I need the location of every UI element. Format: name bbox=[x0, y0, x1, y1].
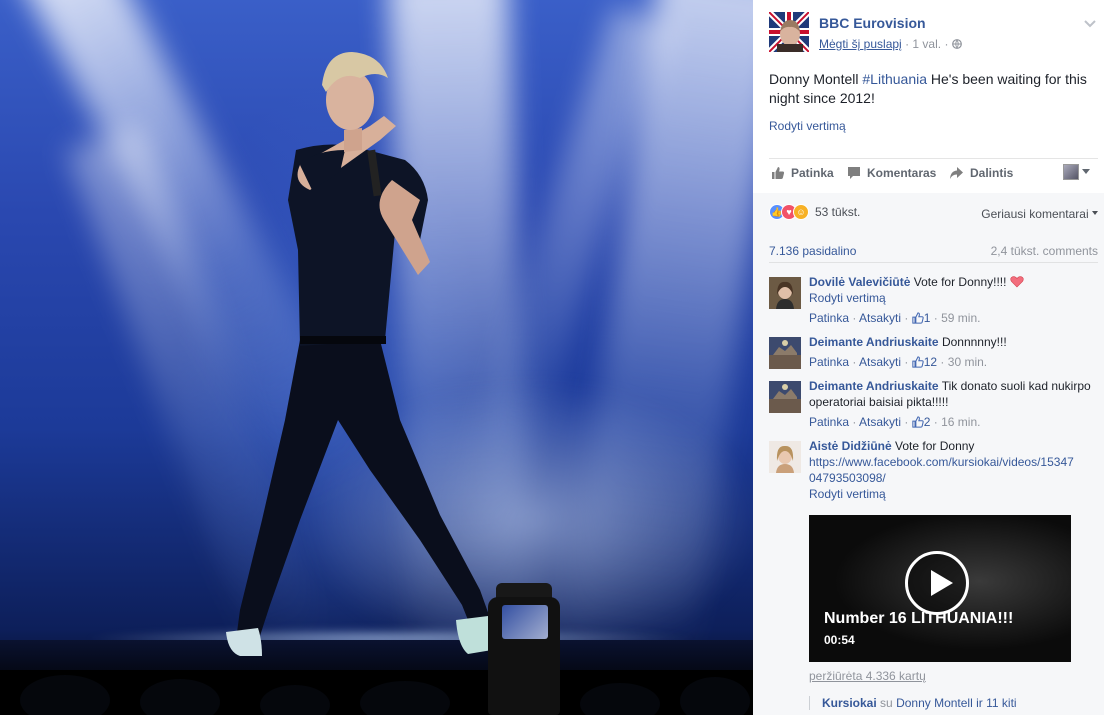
top-comments-label: Geriausi komentarai bbox=[981, 207, 1089, 221]
audience-silhouette bbox=[0, 670, 753, 715]
thumbs-up-icon bbox=[912, 416, 924, 428]
play-icon[interactable] bbox=[905, 551, 969, 615]
post-time[interactable]: 1 val. bbox=[912, 37, 941, 51]
heart-emoji-icon bbox=[1010, 276, 1024, 288]
commenter-avatar[interactable] bbox=[769, 337, 801, 369]
share-icon bbox=[950, 167, 963, 179]
haha-reaction-icon: ☺ bbox=[793, 204, 809, 220]
comment-url-line: https://www.facebook.com/kursiokai/video… bbox=[809, 455, 1074, 469]
shared-with-text: su bbox=[880, 696, 893, 710]
page-name-link[interactable]: BBC Eurovision bbox=[819, 15, 926, 31]
comment-like-link[interactable]: Patinka bbox=[809, 415, 849, 429]
post-header: BBC Eurovision Mėgti šį puslapį · 1 val.… bbox=[769, 12, 1099, 56]
like-button[interactable]: Patinka bbox=[771, 166, 834, 180]
globe-icon bbox=[951, 39, 962, 49]
caret-down-icon bbox=[1082, 169, 1090, 174]
video-title: Number 16 LITHUANIA!!! bbox=[824, 610, 1014, 627]
commenter-avatar[interactable] bbox=[769, 441, 801, 473]
commenter-avatar[interactable] bbox=[769, 381, 801, 413]
comment-text: Vote for Donny bbox=[895, 439, 975, 453]
comment-author[interactable]: Deimante Andriuskaite bbox=[809, 335, 939, 349]
comment-author[interactable]: Aistė Didžiūnė bbox=[809, 439, 892, 453]
like-page-link[interactable]: Mėgti šį puslapį bbox=[819, 37, 902, 51]
comment-like-count[interactable]: 1 bbox=[924, 311, 931, 325]
share-label: Dalintis bbox=[970, 166, 1014, 180]
comment-author[interactable]: Deimante Andriuskaite bbox=[809, 379, 939, 393]
video-attachment[interactable]: Number 16 LITHUANIA!!! 00:54 bbox=[809, 515, 1071, 662]
action-bar: Patinka Komentaras Dalintis bbox=[769, 158, 1098, 188]
comment-time[interactable]: 16 min. bbox=[941, 415, 980, 429]
comment-button[interactable]: Komentaras bbox=[847, 166, 936, 180]
comment-text: Donnnnny!!! bbox=[941, 335, 1007, 349]
comment-like-link[interactable]: Patinka bbox=[809, 311, 849, 325]
shared-by-link[interactable]: Kursiokai bbox=[822, 696, 877, 710]
post-text: Donny Montell #Lithuania He's been waiti… bbox=[769, 70, 1099, 108]
comment-reply-link[interactable]: Atsakyti bbox=[859, 415, 901, 429]
top-comments-dropdown[interactable]: Geriausi komentarai bbox=[981, 207, 1098, 221]
feedback-area: 👍 ♥ ☺ 53 tūkst. Geriausi komentarai 7.13… bbox=[753, 193, 1104, 715]
thumbs-up-icon bbox=[912, 312, 924, 324]
performer-silhouette bbox=[226, 52, 493, 656]
comments-count[interactable]: 2,4 tūkst. comments bbox=[991, 244, 1098, 258]
reactions-summary[interactable]: 👍 ♥ ☺ 53 tūkst. bbox=[769, 204, 860, 220]
comment-url-line: 04793503098/ bbox=[809, 471, 886, 485]
comment-icon bbox=[848, 167, 860, 179]
shared-names-link[interactable]: Donny Montell bbox=[896, 696, 973, 710]
comment-time[interactable]: 59 min. bbox=[941, 311, 980, 325]
page-avatar[interactable] bbox=[769, 12, 809, 52]
user-avatar bbox=[1063, 164, 1079, 180]
like-label: Patinka bbox=[791, 166, 834, 180]
see-translation-link[interactable]: Rodyti vertimą bbox=[769, 119, 846, 133]
share-button[interactable]: Dalintis bbox=[949, 166, 1013, 180]
audience-camera bbox=[480, 583, 575, 715]
comment-reply-link[interactable]: Atsakyti bbox=[859, 355, 901, 369]
comment-author[interactable]: Dovilė Valevičiūtė bbox=[809, 275, 910, 289]
post-as-selector[interactable] bbox=[1063, 164, 1090, 180]
video-shared-by: Kursiokai su Donny Montell ir 11 kiti bbox=[809, 696, 1017, 710]
commenter-avatar[interactable] bbox=[769, 277, 801, 309]
comment-text: Vote for Donny!!!! bbox=[913, 275, 1007, 289]
post-sidebar: BBC Eurovision Mėgti šį puslapį · 1 val.… bbox=[753, 0, 1104, 715]
meta-separator: · bbox=[944, 37, 952, 51]
video-duration: 00:54 bbox=[824, 633, 855, 647]
stats-row: 7.136 pasidalino 2,4 tūkst. comments bbox=[769, 237, 1098, 263]
comment-like-count[interactable]: 2 bbox=[924, 415, 931, 429]
chevron-down-icon[interactable] bbox=[1083, 16, 1097, 30]
comment-like-link[interactable]: Patinka bbox=[809, 355, 849, 369]
comment-meta: Patinka · Atsakyti · 1 · 59 min. bbox=[809, 311, 981, 325]
caret-down-icon bbox=[1092, 211, 1098, 215]
shared-more-link[interactable]: ir 11 kiti bbox=[976, 696, 1016, 710]
comment-like-count[interactable]: 12 bbox=[924, 355, 937, 369]
comment-translate-link[interactable]: Rodyti vertimą bbox=[809, 290, 1099, 306]
post-text-prefix: Donny Montell bbox=[769, 71, 863, 87]
comment-url-link[interactable]: https://www.facebook.com/kursiokai/video… bbox=[809, 454, 1099, 486]
comment-translate-link[interactable]: Rodyti vertimą bbox=[809, 486, 1099, 502]
shares-count-link[interactable]: 7.136 pasidalino bbox=[769, 244, 856, 258]
thumbs-up-icon bbox=[912, 356, 924, 368]
thumbs-up-icon bbox=[772, 167, 785, 179]
comment-reply-link[interactable]: Atsakyti bbox=[859, 311, 901, 325]
comment-label: Komentaras bbox=[867, 166, 937, 180]
comment-time[interactable]: 30 min. bbox=[948, 355, 987, 369]
comment-meta: Patinka · Atsakyti · 2 · 16 min. bbox=[809, 415, 981, 429]
post-meta: Mėgti šį puslapį · 1 val. · bbox=[819, 37, 962, 51]
video-views[interactable]: peržiūrėta 4.336 kartų bbox=[809, 669, 926, 683]
post-photo[interactable] bbox=[0, 0, 753, 715]
hashtag-link[interactable]: #Lithuania bbox=[862, 71, 927, 87]
reactions-count: 53 tūkst. bbox=[815, 205, 861, 219]
comment-meta: Patinka · Atsakyti · 12 · 30 min. bbox=[809, 355, 988, 369]
